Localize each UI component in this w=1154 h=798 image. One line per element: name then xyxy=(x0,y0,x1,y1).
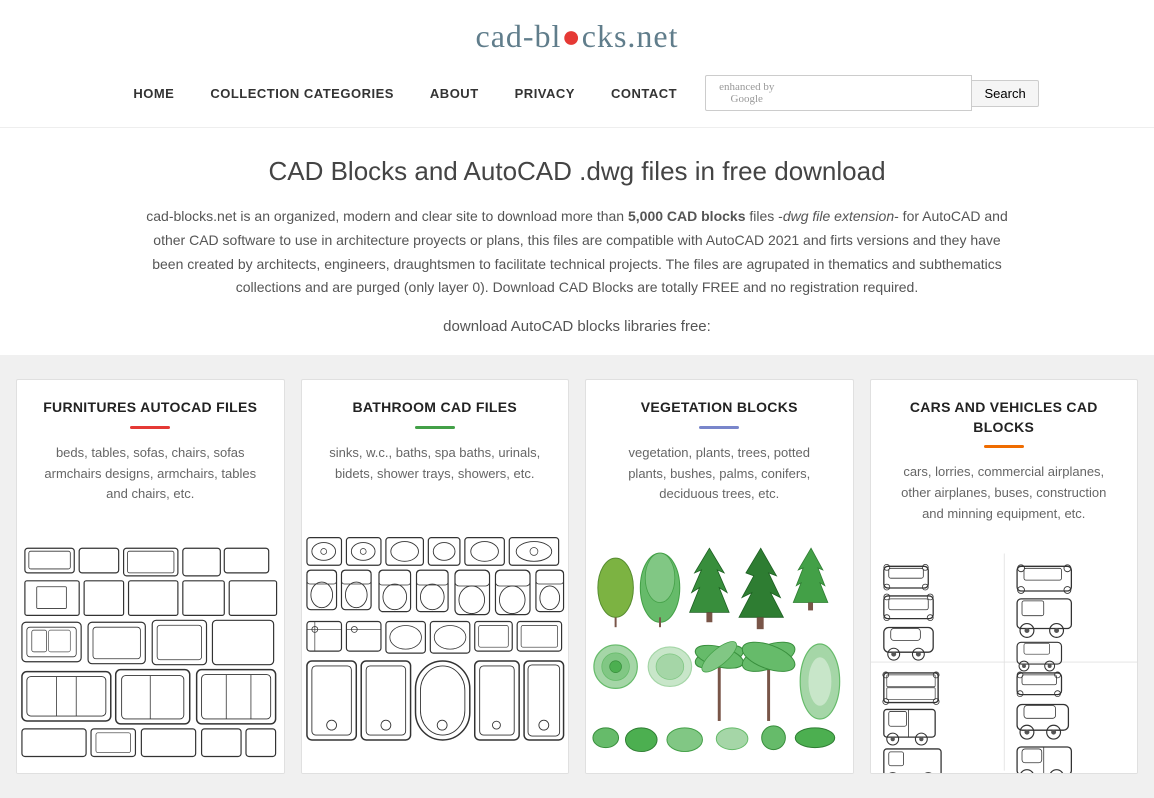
vegetation-svg xyxy=(586,531,853,773)
bathroom-svg xyxy=(302,510,569,773)
card-bathroom-underline xyxy=(415,426,455,429)
card-bathroom-header: BATHROOM CAD FILES sinks, w.c., baths, s… xyxy=(302,380,569,510)
card-vegetation-underline xyxy=(699,426,739,429)
card-cars-image xyxy=(871,551,1138,773)
title-dot: ● xyxy=(561,18,581,54)
card-furnitures-header: FURNITURES AUTOCAD FILES beds, tables, s… xyxy=(17,380,284,531)
card-bathroom-description: sinks, w.c., baths, spa baths, urinals, … xyxy=(318,443,553,501)
furniture-svg xyxy=(17,531,284,773)
site-header: cad-bl●cks.net HOME COLLECTION CATEGORIE… xyxy=(0,0,1154,128)
card-vegetation-image xyxy=(586,531,853,773)
card-furnitures-underline xyxy=(130,426,170,429)
card-bathroom-title: BATHROOM CAD FILES xyxy=(318,398,553,418)
nav-privacy[interactable]: PRIVACY xyxy=(497,78,593,109)
cards-grid: FURNITURES AUTOCAD FILES beds, tables, s… xyxy=(16,379,1138,774)
card-cars[interactable]: CARS AND VEHICLES CAD BLOCKS cars, lorri… xyxy=(870,379,1139,774)
hero-description: cad-blocks.net is an organized, modern a… xyxy=(137,205,1017,300)
card-furnitures-image xyxy=(17,531,284,773)
desc-middle: files - xyxy=(745,208,782,224)
card-vegetation-header: VEGETATION BLOCKS vegetation, plants, tr… xyxy=(586,380,853,531)
site-title: cad-bl●cks.net xyxy=(20,18,1134,55)
search-input-wrapper: enhanced by Google xyxy=(705,75,972,111)
card-bathroom[interactable]: BATHROOM CAD FILES sinks, w.c., baths, s… xyxy=(301,379,570,774)
desc-italic: dwg file extension xyxy=(783,208,894,224)
desc-intro: cad-blocks.net is an organized, modern a… xyxy=(146,208,628,224)
hero-title: CAD Blocks and AutoCAD .dwg files in fre… xyxy=(137,156,1017,187)
card-furnitures[interactable]: FURNITURES AUTOCAD FILES beds, tables, s… xyxy=(16,379,285,774)
card-cars-header: CARS AND VEHICLES CAD BLOCKS cars, lorri… xyxy=(871,380,1138,551)
card-vegetation[interactable]: VEGETATION BLOCKS vegetation, plants, tr… xyxy=(585,379,854,774)
search-input[interactable] xyxy=(783,86,963,100)
desc-bold: 5,000 CAD blocks xyxy=(628,208,746,224)
card-bathroom-image xyxy=(302,510,569,773)
search-form: enhanced by Google Search xyxy=(705,75,1039,111)
nav-home[interactable]: HOME xyxy=(115,78,192,109)
card-furnitures-description: beds, tables, sofas, chairs, sofas armch… xyxy=(33,443,268,521)
nav-about[interactable]: ABOUT xyxy=(412,78,497,109)
card-vegetation-title: VEGETATION BLOCKS xyxy=(602,398,837,418)
card-vegetation-description: vegetation, plants, trees, potted plants… xyxy=(602,443,837,521)
cards-section: FURNITURES AUTOCAD FILES beds, tables, s… xyxy=(0,355,1154,798)
search-button[interactable]: Search xyxy=(972,80,1038,107)
card-cars-underline xyxy=(984,445,1024,448)
hero-section: CAD Blocks and AutoCAD .dwg files in fre… xyxy=(77,128,1077,355)
card-cars-title: CARS AND VEHICLES CAD BLOCKS xyxy=(887,398,1122,437)
main-nav: HOME COLLECTION CATEGORIES ABOUT PRIVACY… xyxy=(20,69,1134,117)
hero-subtitle: download AutoCAD blocks libraries free: xyxy=(137,318,1017,335)
google-label: enhanced by Google xyxy=(714,81,779,105)
card-furnitures-title: FURNITURES AUTOCAD FILES xyxy=(33,398,268,418)
card-cars-description: cars, lorries, commercial airplanes, oth… xyxy=(887,462,1122,540)
nav-collection-categories[interactable]: COLLECTION CATEGORIES xyxy=(192,78,412,109)
nav-contact[interactable]: CONTACT xyxy=(593,78,695,109)
cars-svg xyxy=(871,551,1138,773)
